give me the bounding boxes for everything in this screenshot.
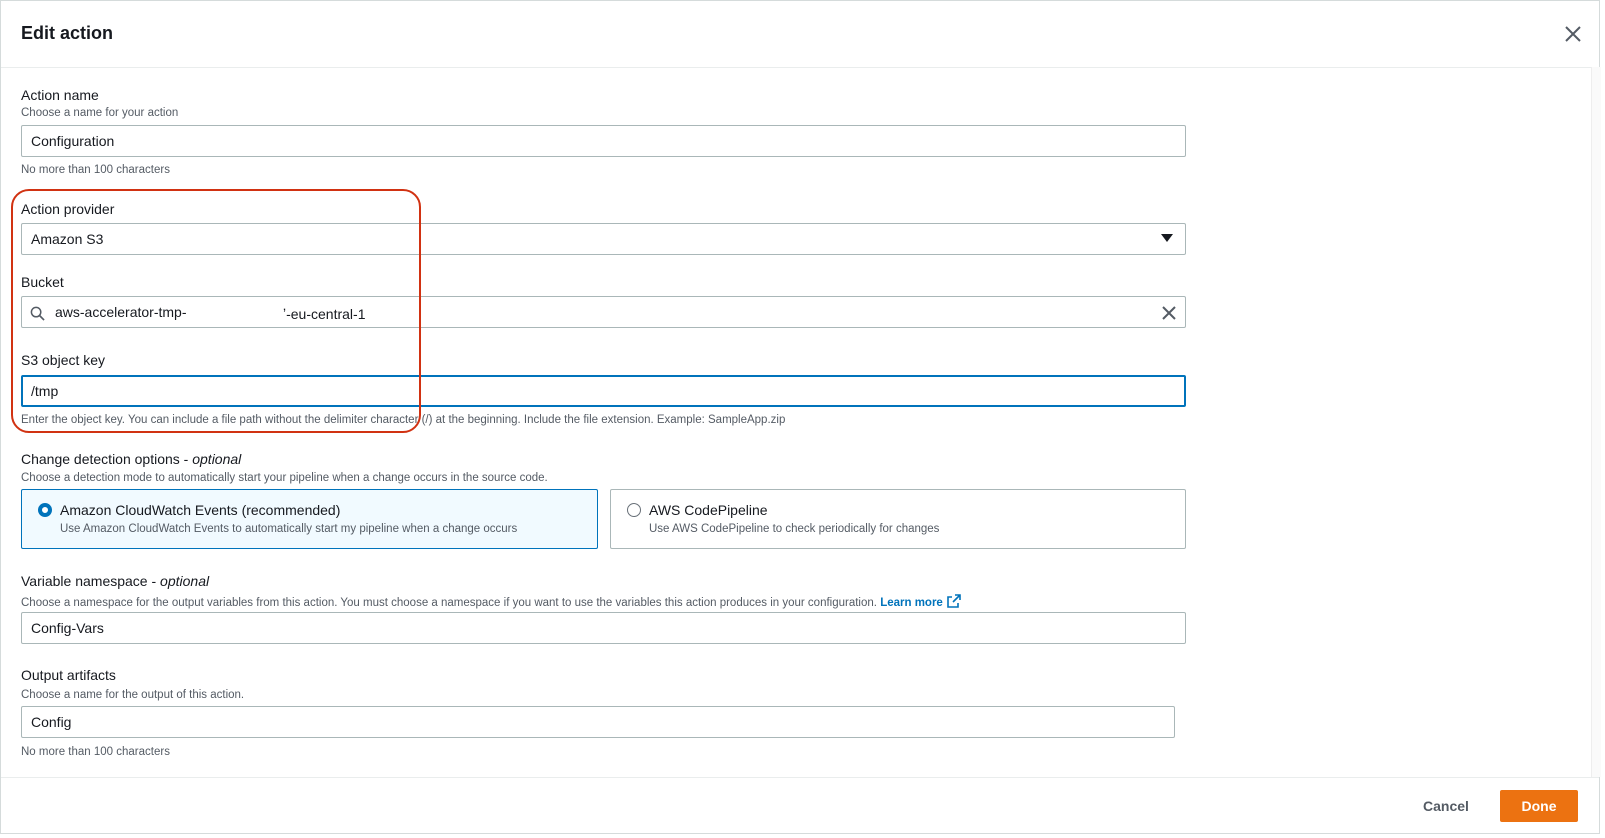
action-name-label: Action name [21,87,99,103]
variable-namespace-description-text: Choose a namespace for the output variab… [21,597,877,609]
search-icon [30,306,45,321]
change-detection-label-text: Change detection options - [21,451,193,467]
external-link-icon [947,594,961,608]
output-artifacts-description: Choose a name for the output of this act… [21,689,245,701]
bucket-label: Bucket [21,274,64,290]
optional-tag: optional [192,451,242,467]
action-provider-select[interactable]: Amazon S3 [21,223,1186,255]
s3-object-key-label: S3 object key [21,352,106,368]
radio-option-description: Use AWS CodePipeline to check periodical… [649,523,940,535]
radio-button[interactable] [627,503,641,517]
variable-namespace-description: Choose a namespace for the output variab… [21,594,961,609]
action-name-description: Choose a name for your action [21,107,179,119]
variable-namespace-input[interactable] [21,612,1186,644]
radio-option-cloudwatch[interactable]: Amazon CloudWatch Events (recommended) U… [21,489,598,549]
bucket-value: aws-accelerator-tmp- [55,304,187,320]
radio-button[interactable] [38,503,52,517]
radio-option-title: Amazon CloudWatch Events (recommended) [60,502,341,518]
dialog-header: Edit action [1,1,1599,68]
optional-tag: optional [160,573,210,589]
scrollbar[interactable] [1591,67,1601,777]
change-detection-label: Change detection options - optional [21,451,241,467]
cancel-button[interactable]: Cancel [1413,790,1479,822]
action-provider-label: Action provider [21,201,115,217]
action-name-input[interactable] [21,125,1186,157]
variable-namespace-label: Variable namespace - optional [21,573,209,589]
learn-more-link-text: Learn more [880,597,943,609]
variable-namespace-label-text: Variable namespace - [21,573,161,589]
done-button[interactable]: Done [1500,790,1578,822]
radio-option-codepipeline[interactable]: AWS CodePipeline Use AWS CodePipeline to… [610,489,1186,549]
output-artifacts-constraint: No more than 100 characters [21,746,170,758]
chevron-down-icon[interactable] [1161,234,1173,242]
close-icon[interactable] [1562,23,1584,45]
change-detection-description: Choose a detection mode to automatically… [21,472,548,484]
dialog-title: Edit action [21,23,114,43]
output-artifacts-input[interactable] [21,706,1175,738]
output-artifacts-label: Output artifacts [21,667,116,683]
radio-option-title: AWS CodePipeline [649,502,768,518]
s3-object-key-help: Enter the object key. You can include a … [21,414,786,426]
edit-action-dialog: Edit action Action name Choose a name fo… [0,0,1601,834]
redacted-region [191,303,283,325]
radio-option-description: Use Amazon CloudWatch Events to automati… [60,523,518,535]
learn-more-link[interactable]: Learn more [880,594,961,609]
footer-divider [1,777,1599,778]
bucket-value-suffix: ʼ-eu-central-1 [283,306,366,322]
s3-object-key-input[interactable] [21,375,1186,407]
action-provider-value: Amazon S3 [31,231,104,247]
clear-icon[interactable] [1161,305,1177,321]
action-name-constraint: No more than 100 characters [21,164,170,176]
